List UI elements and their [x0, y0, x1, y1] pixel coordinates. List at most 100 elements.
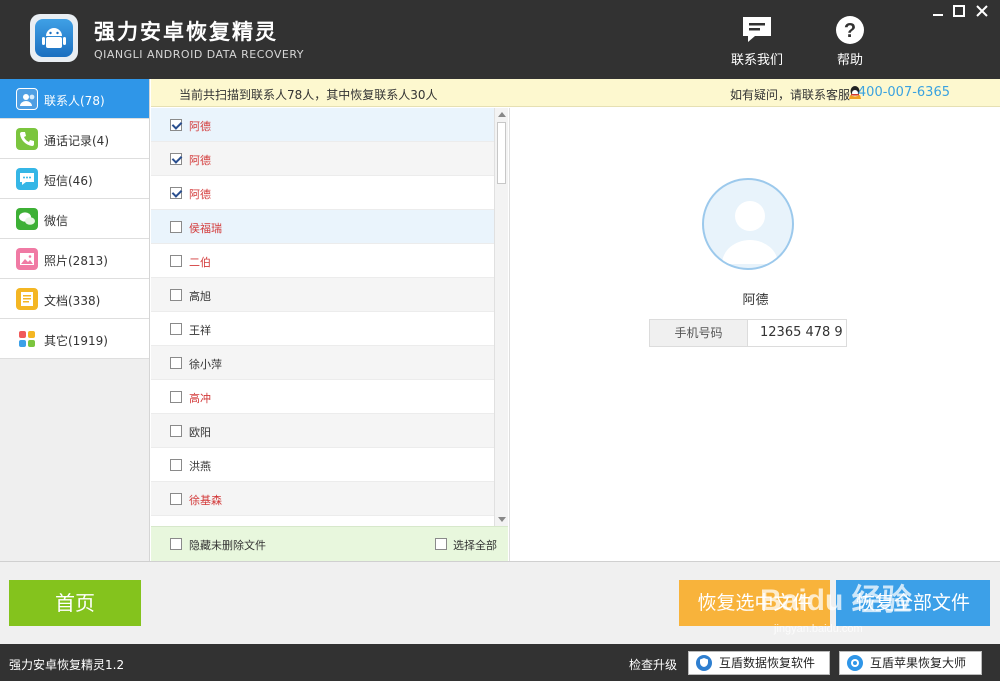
data-recovery-software-button[interactable]: 互盾数据恢复软件	[688, 651, 830, 675]
contact-name: 二伯	[189, 256, 211, 269]
contact-us-label: 联系我们	[730, 53, 783, 68]
phone-icon	[16, 128, 38, 150]
help-icon: ?	[836, 16, 864, 44]
phone-field-label: 手机号码	[650, 320, 748, 346]
contact-name: 徐基森	[189, 494, 222, 507]
hide-undeleted-label[interactable]: 隐藏未删除文件	[189, 537, 266, 553]
contact-name: 阿德	[189, 188, 211, 201]
recover-selected-button[interactable]: 恢复选中文件	[679, 580, 830, 626]
row-checkbox[interactable]	[170, 289, 182, 301]
list-item[interactable]: 二伯	[151, 244, 494, 278]
sidebar-item-call-log[interactable]: 通话记录(4)	[0, 119, 149, 159]
list-item[interactable]: 王祥	[151, 312, 494, 346]
wechat-icon	[16, 208, 38, 230]
sidebar-item-label: 通话记录(4)	[44, 134, 109, 148]
sidebar-item-label: 照片(2813)	[44, 254, 108, 268]
row-checkbox[interactable]	[170, 357, 182, 369]
contact-name: 阿德	[189, 154, 211, 167]
list-item[interactable]: 欧阳	[151, 414, 494, 448]
select-all-checkbox[interactable]	[435, 538, 447, 550]
row-checkbox[interactable]	[170, 323, 182, 335]
row-checkbox[interactable]	[170, 119, 182, 131]
sms-icon	[16, 168, 38, 190]
row-checkbox[interactable]	[170, 459, 182, 471]
contact-list: 阿德 阿德 阿德 侯福瑞 二伯 高旭 王祥 徐小萍 高冲 欧阳 洪燕 徐基森	[151, 108, 494, 526]
title-bar: 强力安卓恢复精灵 QIANGLI ANDROID DATA RECOVERY 联…	[0, 0, 1000, 79]
contact-name: 洪燕	[189, 460, 211, 473]
row-checkbox[interactable]	[170, 493, 182, 505]
sidebar-item-contacts[interactable]: 联系人(78)	[0, 79, 149, 119]
maximize-button[interactable]	[949, 4, 969, 22]
version-text: 强力安卓恢复精灵1.2	[9, 658, 125, 672]
list-item[interactable]: 阿德	[151, 108, 494, 142]
other-icon	[16, 328, 38, 350]
app-title: 强力安卓恢复精灵	[94, 20, 278, 44]
support-phone[interactable]: 400-007-6365	[858, 85, 950, 100]
minimize-button[interactable]	[928, 4, 948, 22]
list-item[interactable]: 高冲	[151, 380, 494, 414]
shield-icon	[696, 655, 712, 671]
recover-all-button[interactable]: 恢复全部文件	[836, 580, 990, 626]
contacts-icon	[16, 88, 38, 110]
contact-name: 徐小萍	[189, 358, 222, 371]
sidebar-item-label: 联系人(78)	[44, 94, 105, 108]
list-item[interactable]: 徐基森	[151, 482, 494, 516]
app-logo	[30, 14, 78, 62]
sidebar-item-sms[interactable]: 短信(46)	[0, 159, 149, 199]
list-item[interactable]: 阿德	[151, 176, 494, 210]
contact-name: 阿德	[189, 120, 211, 133]
hide-undeleted-checkbox[interactable]	[170, 538, 182, 550]
contact-name: 侯福瑞	[189, 222, 222, 235]
help-button[interactable]: ? 帮助	[815, 14, 885, 70]
apple-recovery-master-button[interactable]: 互盾苹果恢复大师	[839, 651, 982, 675]
phone-field-value: 12365 478 9	[760, 325, 843, 340]
contact-name: 高冲	[189, 392, 211, 405]
status-bar: 强力安卓恢复精灵1.2 检查升级 互盾数据恢复软件 互盾苹果恢复大师	[0, 644, 1000, 681]
button-label: 互盾苹果恢复大师	[870, 656, 967, 670]
contact-detail: 阿德 手机号码 12365 478 9	[509, 108, 1000, 561]
check-update-link[interactable]: 检查升级	[629, 656, 677, 673]
contact-name: 高旭	[189, 290, 211, 303]
maximize-icon	[953, 5, 965, 17]
row-checkbox[interactable]	[170, 153, 182, 165]
row-checkbox[interactable]	[170, 391, 182, 403]
scroll-down-icon[interactable]	[498, 517, 506, 522]
list-item[interactable]: 侯福瑞	[151, 210, 494, 244]
list-item[interactable]: 洪燕	[151, 448, 494, 482]
support-text: 如有疑问，请联系客服	[729, 88, 850, 102]
row-checkbox[interactable]	[170, 425, 182, 437]
list-item[interactable]: 高旭	[151, 278, 494, 312]
action-bar: 首页 恢复选中文件 恢复全部文件	[0, 561, 1000, 644]
contact-name: 王祥	[189, 324, 211, 337]
svg-text:?: ?	[844, 20, 856, 42]
row-checkbox[interactable]	[170, 221, 182, 233]
select-all-label[interactable]: 选择全部	[453, 537, 497, 553]
sidebar-item-wechat[interactable]: 微信	[0, 199, 149, 239]
close-icon	[976, 5, 988, 17]
info-bar: 当前共扫描到联系人78人，其中恢复联系人30人 如有疑问，请联系客服 400-0…	[151, 79, 1000, 107]
sidebar-item-other[interactable]: 其它(1919)	[0, 319, 149, 359]
row-checkbox[interactable]	[170, 187, 182, 199]
list-item[interactable]: 徐小萍	[151, 346, 494, 380]
scroll-up-icon[interactable]	[498, 112, 506, 117]
row-checkbox[interactable]	[170, 255, 182, 267]
sidebar-item-label: 微信	[44, 214, 69, 228]
sidebar-item-label: 短信(46)	[44, 174, 93, 188]
detail-contact-name: 阿德	[742, 293, 769, 308]
sidebar-item-documents[interactable]: 文档(338)	[0, 279, 149, 319]
chat-icon	[743, 17, 771, 42]
button-label: 互盾数据恢复软件	[719, 656, 816, 670]
home-button[interactable]: 首页	[9, 580, 141, 626]
sidebar-item-photos[interactable]: 照片(2813)	[0, 239, 149, 279]
list-footer: 隐藏未删除文件 选择全部	[151, 526, 508, 561]
contact-us-button[interactable]: 联系我们	[722, 14, 792, 70]
list-scrollbar[interactable]	[494, 108, 508, 526]
avatar	[702, 178, 794, 270]
list-item[interactable]: 阿德	[151, 142, 494, 176]
sidebar-item-label: 文档(338)	[44, 294, 101, 308]
scan-summary: 当前共扫描到联系人78人，其中恢复联系人30人	[179, 88, 438, 102]
close-button[interactable]	[972, 4, 992, 22]
help-label: 帮助	[836, 53, 863, 68]
phone-field: 手机号码 12365 478 9	[649, 319, 847, 347]
scroll-thumb[interactable]	[497, 122, 506, 184]
